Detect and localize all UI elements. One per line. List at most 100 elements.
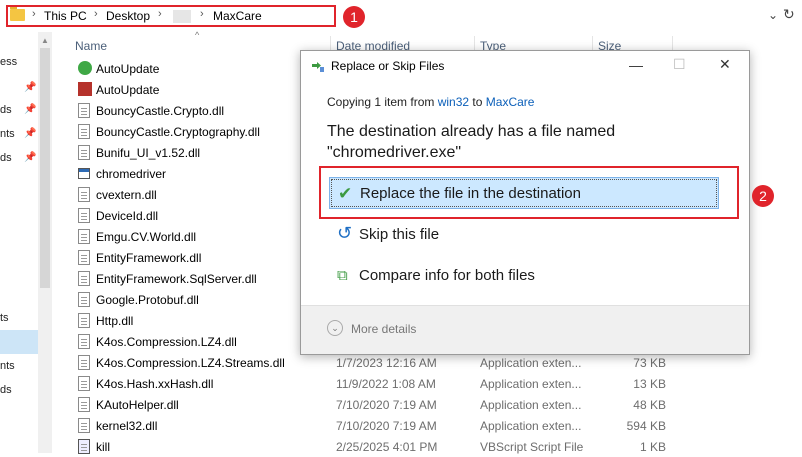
file-name: Google.Protobuf.dll bbox=[96, 293, 199, 307]
close-button[interactable]: ✕ bbox=[719, 56, 731, 73]
dll-file-icon bbox=[78, 103, 90, 118]
destination-folder-link[interactable]: MaxCare bbox=[486, 95, 535, 109]
copy-status-text: Copying 1 item from win32 to MaxCare bbox=[327, 95, 534, 109]
file-date-modified: 1/7/2023 12:16 AM bbox=[336, 356, 437, 370]
nav-item[interactable]: ds bbox=[0, 384, 12, 396]
nav-item[interactable]: ts bbox=[0, 312, 9, 324]
vbscript-file-icon bbox=[78, 439, 90, 454]
green-refresh-icon bbox=[78, 61, 92, 75]
pin-icon: 📌 bbox=[24, 128, 37, 139]
file-date-modified: 2/25/2025 4:01 PM bbox=[336, 440, 438, 454]
more-details-toggle[interactable]: More details bbox=[351, 322, 416, 336]
dialog-title: Replace or Skip Files bbox=[331, 59, 445, 73]
file-name: kill bbox=[96, 440, 110, 454]
skip-option-button[interactable]: ↺ Skip this file bbox=[329, 219, 719, 251]
file-name: cvextern.dll bbox=[96, 188, 157, 202]
dll-file-icon bbox=[78, 124, 90, 139]
file-date-modified: 7/10/2020 7:19 AM bbox=[336, 398, 437, 412]
pin-icon: 📌 bbox=[24, 82, 37, 93]
file-row[interactable]: KAutoHelper.dll 7/10/2020 7:19 AM Applicat… bbox=[74, 395, 674, 415]
nav-item[interactable]: nts bbox=[0, 128, 15, 140]
source-folder-link[interactable]: win32 bbox=[438, 95, 469, 109]
file-type: Application exten... bbox=[480, 398, 582, 412]
dll-file-icon bbox=[78, 250, 90, 265]
annotation-badge-2: 2 bbox=[752, 185, 774, 207]
file-size: 73 KB bbox=[633, 356, 666, 370]
file-date-modified: 11/9/2022 1:08 AM bbox=[336, 377, 436, 391]
dll-file-icon bbox=[78, 271, 90, 286]
navigation-pane[interactable]: ess ds nts ds 📌 📌 📌 📌 ts nts ds bbox=[0, 32, 38, 453]
address-bar[interactable]: › This PC › Desktop › › MaxCare 1 ⌄ ↻ bbox=[0, 0, 802, 32]
nav-scrollbar-thumb[interactable] bbox=[40, 48, 50, 288]
expand-chevron-icon[interactable]: ⌄ bbox=[327, 320, 343, 336]
file-name: K4os.Hash.xxHash.dll bbox=[96, 377, 214, 391]
dll-file-icon bbox=[78, 229, 90, 244]
file-type: Application exten... bbox=[480, 356, 582, 370]
dll-file-icon bbox=[78, 292, 90, 307]
nav-item[interactable]: ds bbox=[0, 152, 12, 164]
file-size: 13 KB bbox=[633, 377, 666, 391]
dll-file-icon bbox=[78, 397, 90, 412]
conflict-filename: "chromedriver.exe" bbox=[327, 144, 462, 161]
file-size: 1 KB bbox=[639, 440, 666, 454]
column-header-name[interactable]: Name bbox=[75, 39, 107, 53]
file-name: KAutoHelper.dll bbox=[96, 398, 179, 412]
pin-icon: 📌 bbox=[24, 104, 37, 115]
file-name: AutoUpdate bbox=[96, 83, 160, 97]
file-name: AutoUpdate bbox=[96, 62, 160, 76]
file-name: DeviceId.dll bbox=[96, 209, 159, 223]
nav-item[interactable]: ess bbox=[0, 56, 17, 68]
file-name: chromedriver bbox=[96, 167, 167, 181]
maximize-button: ☐ bbox=[673, 56, 686, 72]
dll-file-icon bbox=[78, 355, 90, 370]
minimize-button[interactable]: — bbox=[629, 57, 643, 73]
copy-prefix: Copying 1 item from bbox=[327, 95, 435, 109]
scroll-up-arrow-icon[interactable]: ▲ bbox=[41, 36, 49, 45]
file-type: VBScript Script File bbox=[480, 440, 584, 454]
file-size: 594 KB bbox=[626, 419, 666, 433]
file-row[interactable]: K4os.Compression.LZ4.Streams.dll 1/7/2023… bbox=[74, 353, 674, 373]
file-date-modified: 7/10/2020 7:19 AM bbox=[336, 419, 437, 433]
file-list-scrollbar[interactable] bbox=[790, 32, 802, 453]
file-size: 48 KB bbox=[633, 398, 666, 412]
dll-file-icon bbox=[78, 313, 90, 328]
dropdown-chevron-icon[interactable]: ⌄ bbox=[768, 8, 778, 22]
refresh-icon[interactable]: ↻ bbox=[783, 6, 795, 23]
app-window-icon bbox=[78, 168, 90, 179]
file-name: K4os.Compression.LZ4.dll bbox=[96, 335, 237, 349]
pin-icon: 📌 bbox=[24, 152, 37, 163]
nav-item[interactable]: nts bbox=[0, 360, 15, 372]
file-name: BouncyCastle.Cryptography.dll bbox=[96, 125, 260, 139]
compare-option-button[interactable]: ⧉ Compare info for both files bbox=[329, 260, 719, 292]
dll-file-icon bbox=[78, 187, 90, 202]
file-name: K4os.Compression.LZ4.Streams.dll bbox=[96, 356, 285, 370]
conflict-message: The destination already has a file named… bbox=[327, 121, 727, 163]
annotation-box-replace bbox=[319, 166, 739, 219]
skip-arrow-icon: ↺ bbox=[337, 223, 353, 243]
file-name: Bunifu_UI_v1.52.dll bbox=[96, 146, 201, 160]
sort-ascending-icon: ^ bbox=[195, 30, 200, 40]
file-type: Application exten... bbox=[480, 377, 582, 391]
file-row[interactable]: kill 2/25/2025 4:01 PM VBScript Script Fil… bbox=[74, 437, 674, 457]
dll-file-icon bbox=[78, 145, 90, 160]
copy-to-word: to bbox=[472, 95, 483, 109]
dll-file-icon bbox=[78, 208, 90, 223]
file-row[interactable]: kernel32.dll 7/10/2020 7:19 AM Application… bbox=[74, 416, 674, 436]
nav-selected-highlight bbox=[0, 330, 38, 354]
nav-item[interactable]: ds bbox=[0, 104, 12, 116]
file-name: BouncyCastle.Crypto.dll bbox=[96, 104, 225, 118]
file-name: EntityFramework.SqlServer.dll bbox=[96, 272, 257, 286]
file-type: Application exten... bbox=[480, 419, 582, 433]
file-row[interactable]: K4os.Hash.xxHash.dll 11/9/2022 1:08 AM App… bbox=[74, 374, 674, 394]
dialog-footer: ⌄ More details bbox=[301, 305, 749, 354]
file-name: EntityFramework.dll bbox=[96, 251, 202, 265]
skip-option-label: Skip this file bbox=[359, 226, 440, 243]
annotation-box-address bbox=[6, 5, 336, 27]
file-name: kernel32.dll bbox=[96, 419, 158, 433]
copy-files-icon bbox=[312, 62, 324, 72]
dll-file-icon bbox=[78, 376, 90, 391]
file-name: Http.dll bbox=[96, 314, 134, 328]
conflict-message-line1: The destination already has a file named bbox=[327, 123, 616, 140]
compare-files-icon: ⧉ bbox=[337, 267, 348, 284]
red-app-icon bbox=[78, 82, 92, 96]
